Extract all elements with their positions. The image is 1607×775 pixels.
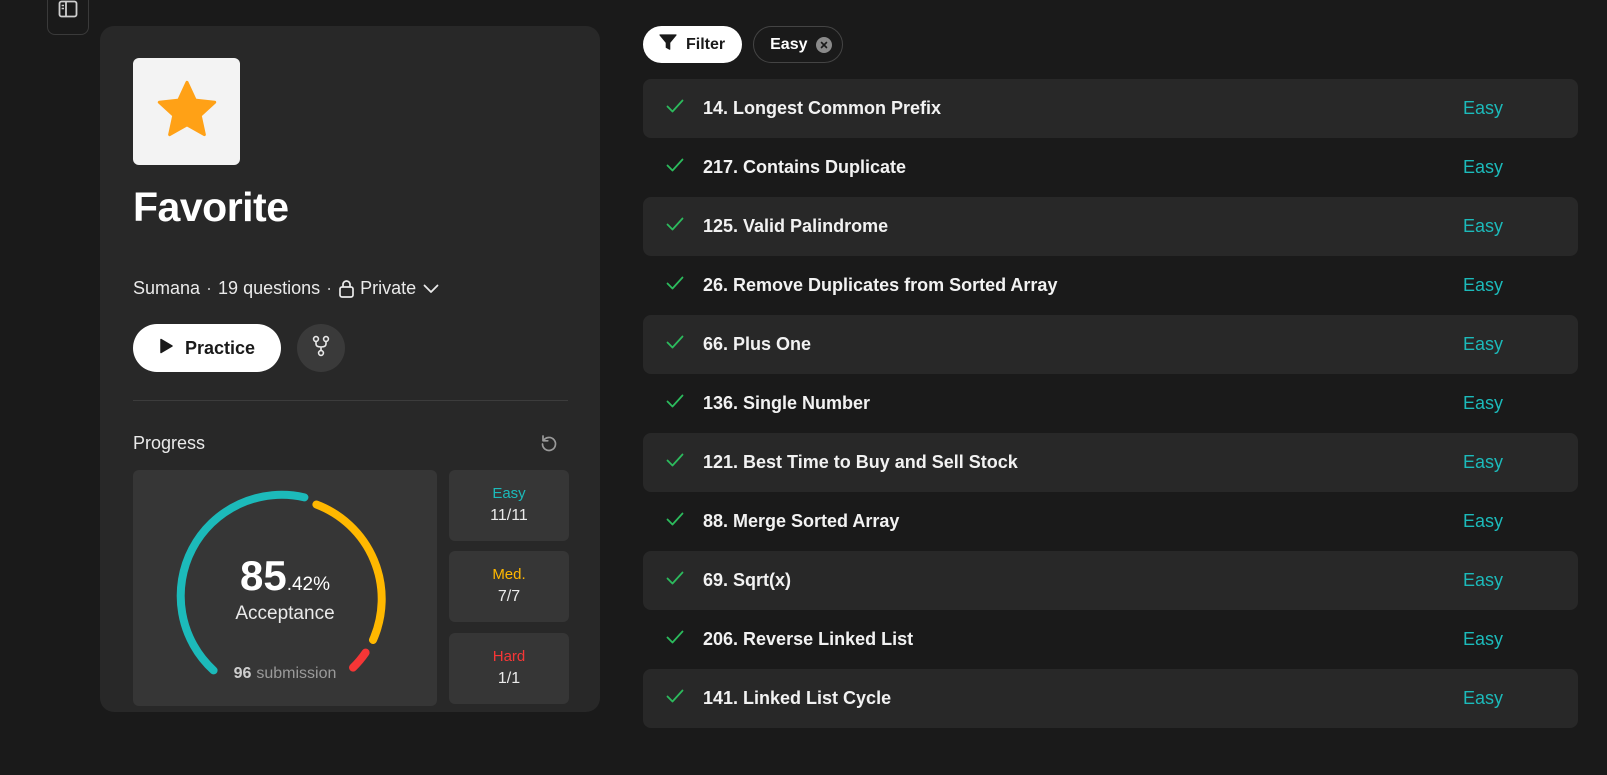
- question-title[interactable]: 121. Best Time to Buy and Sell Stock: [703, 452, 1018, 473]
- practice-label: Practice: [184, 337, 256, 358]
- progress-heading: Progress: [133, 433, 206, 453]
- fork-button[interactable]: [297, 324, 345, 372]
- divider: [133, 400, 568, 401]
- question-difficulty: Easy: [1463, 98, 1504, 118]
- check-icon: [666, 217, 684, 236]
- question-title[interactable]: 14. Longest Common Prefix: [703, 98, 941, 119]
- filter-chip-easy: Easy: [753, 26, 843, 63]
- question-list: 14. Longest Common Prefix Easy 217. Contai…: [643, 79, 1578, 728]
- question-difficulty: Easy: [1463, 452, 1504, 472]
- question-difficulty: Easy: [1463, 334, 1504, 354]
- reset-icon[interactable]: [538, 432, 560, 454]
- question-row[interactable]: 26. Remove Duplicates from Sorted Array E…: [643, 256, 1578, 315]
- question-row[interactable]: 125. Valid Palindrome Easy: [643, 197, 1578, 256]
- filter-label: Filter: [686, 35, 726, 53]
- difficulty-name: Hard: [492, 648, 526, 665]
- play-icon: [159, 338, 173, 359]
- question-row[interactable]: 69. Sqrt(x) Easy: [643, 551, 1578, 610]
- practice-button[interactable]: Practice: [133, 324, 281, 372]
- check-icon: [666, 512, 684, 531]
- question-title[interactable]: 88. Merge Sorted Array: [703, 511, 899, 532]
- question-title[interactable]: 136. Single Number: [703, 393, 870, 414]
- lock-icon: [338, 279, 355, 298]
- acceptance-dec: .42%: [286, 574, 331, 595]
- question-title[interactable]: 66. Plus One: [703, 334, 811, 355]
- check-icon: [666, 630, 684, 649]
- difficulty-name: Easy: [492, 485, 526, 502]
- acceptance-caption: Acceptance: [235, 603, 335, 624]
- list-info-card: Favorite Sumana · 19 questions · Private: [100, 26, 600, 712]
- filter-bar: Filter Easy: [643, 26, 843, 63]
- acceptance-int: 85: [239, 552, 287, 599]
- star-icon: [156, 79, 218, 144]
- difficulty-value: 11/11: [490, 507, 528, 524]
- question-count: 19 questions: [218, 278, 321, 298]
- check-icon: [666, 571, 684, 590]
- fork-icon: [312, 335, 330, 362]
- privacy-dropdown[interactable]: Private: [338, 278, 439, 299]
- chevron-down-icon: [423, 284, 439, 294]
- question-title[interactable]: 125. Valid Palindrome: [703, 216, 888, 237]
- question-row[interactable]: 206. Reverse Linked List Easy: [643, 610, 1578, 669]
- close-icon[interactable]: [815, 36, 832, 53]
- question-title[interactable]: 26. Remove Duplicates from Sorted Array: [703, 275, 1057, 296]
- question-difficulty: Easy: [1463, 511, 1504, 531]
- question-row[interactable]: 136. Single Number Easy: [643, 374, 1578, 433]
- question-title[interactable]: 141. Linked List Cycle: [703, 688, 891, 709]
- difficulty-name: Med.: [492, 566, 526, 583]
- question-title[interactable]: 69. Sqrt(x): [703, 570, 791, 591]
- question-difficulty: Easy: [1463, 157, 1504, 177]
- difficulty-hard-box: Hard 1/1: [449, 633, 569, 704]
- question-difficulty: Easy: [1463, 570, 1504, 590]
- check-icon: [666, 453, 684, 472]
- question-difficulty: Easy: [1463, 275, 1504, 295]
- filter-icon: [659, 33, 677, 56]
- submission-number: 96: [233, 665, 252, 682]
- check-icon: [666, 394, 684, 413]
- acceptance-gauge: 85.42% Acceptance 96 submission: [133, 470, 437, 706]
- question-difficulty: Easy: [1463, 688, 1504, 708]
- question-row[interactable]: 141. Linked List Cycle Easy: [643, 669, 1578, 728]
- question-row[interactable]: 121. Best Time to Buy and Sell Stock Easy: [643, 433, 1578, 492]
- difficulty-easy-box: Easy 11/11: [449, 470, 569, 541]
- list-meta: Sumana · 19 questions · Private: [133, 278, 439, 299]
- question-row[interactable]: 217. Contains Duplicate Easy: [643, 138, 1578, 197]
- question-difficulty: Easy: [1463, 629, 1504, 649]
- submission-count: 96 submission: [133, 665, 437, 683]
- sidebar-toggle-button[interactable]: [47, 0, 89, 35]
- check-icon: [666, 276, 684, 295]
- acceptance-rate: 85.42%: [133, 552, 437, 600]
- check-icon: [666, 99, 684, 118]
- sidebar-toggle-icon: [58, 0, 78, 23]
- meta-separator: ·: [326, 278, 333, 298]
- question-difficulty: Easy: [1463, 393, 1504, 413]
- difficulty-medium-box: Med. 7/7: [449, 551, 569, 622]
- question-row[interactable]: 88. Merge Sorted Array Easy: [643, 492, 1578, 551]
- question-difficulty: Easy: [1463, 216, 1504, 236]
- submission-label: submission: [256, 665, 337, 682]
- filter-button[interactable]: Filter: [643, 26, 743, 63]
- meta-separator: ·: [206, 278, 213, 298]
- check-icon: [666, 158, 684, 177]
- difficulty-value: 1/1: [497, 670, 521, 687]
- privacy-label: Private: [360, 278, 417, 298]
- list-author[interactable]: Sumana: [133, 278, 200, 299]
- check-icon: [666, 689, 684, 708]
- question-title[interactable]: 217. Contains Duplicate: [703, 157, 906, 178]
- list-cover: [133, 58, 240, 165]
- question-row[interactable]: 14. Longest Common Prefix Easy: [643, 79, 1578, 138]
- chip-label: Easy: [770, 35, 808, 53]
- question-title[interactable]: 206. Reverse Linked List: [703, 629, 913, 650]
- page-title: Favorite: [133, 184, 289, 230]
- difficulty-value: 7/7: [497, 588, 521, 605]
- question-row[interactable]: 66. Plus One Easy: [643, 315, 1578, 374]
- check-icon: [666, 335, 684, 354]
